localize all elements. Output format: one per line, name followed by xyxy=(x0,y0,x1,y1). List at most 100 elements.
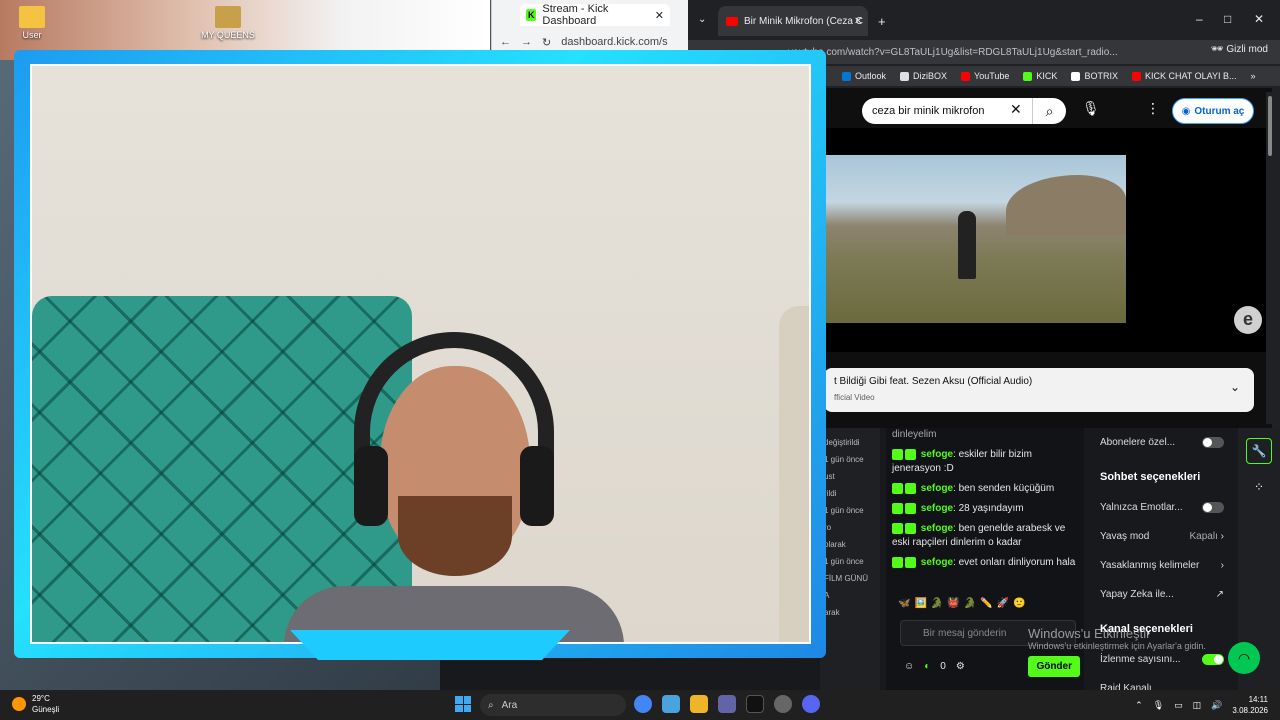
points-count: 0 xyxy=(940,661,946,672)
weather-widget[interactable]: 29°C Güneşli xyxy=(12,693,59,715)
kick-address-bar[interactable]: ← → ↻ dashboard.kick.com/s xyxy=(500,32,690,52)
sign-in-button[interactable]: ◉ Oturum aç xyxy=(1172,98,1254,124)
channel-watermark[interactable]: e xyxy=(1234,306,1262,334)
taskbar-search[interactable]: ⌕ Ara xyxy=(480,694,626,716)
setting-subscribers-only[interactable]: Abonelere özel... xyxy=(1100,428,1224,457)
desktop-icon-user[interactable]: User xyxy=(2,6,62,40)
subscribers-only-toggle[interactable] xyxy=(1202,437,1224,448)
windows-logo-icon xyxy=(455,696,463,704)
taskbar-apps xyxy=(634,695,820,713)
tab-title: Bir Minik Mikrofon (Ceza C xyxy=(744,15,863,27)
maximize-icon[interactable]: □ xyxy=(1224,12,1231,26)
help-chat-button[interactable]: ◠ xyxy=(1228,642,1260,674)
chat-text: ben senden küçüğüm xyxy=(958,483,1055,494)
chat-username[interactable]: sefoge xyxy=(921,557,953,568)
external-link-icon: ↗ xyxy=(1215,589,1224,600)
chevron-right-icon: › xyxy=(1220,560,1224,571)
tab-kick-dashboard[interactable]: K Stream - Kick Dashboard ✕ xyxy=(520,3,670,27)
microphone-icon[interactable]: 🎙 xyxy=(1153,700,1164,711)
bookmark-youtube[interactable]: YouTube xyxy=(961,71,1009,81)
emote-bar[interactable]: 🦋🖼️🐊👹🐊✏️🚀🙂 xyxy=(898,598,1030,609)
more-bookmarks-icon[interactable]: » xyxy=(1250,71,1255,81)
chat-message[interactable]: sefoge: 28 yaşındayım xyxy=(892,502,1078,516)
chevron-up-icon[interactable]: ⌃ xyxy=(1135,700,1143,711)
forward-icon[interactable]: → xyxy=(521,36,532,48)
setting-label: Yasaklanmış kelimeler xyxy=(1100,560,1200,571)
search-button[interactable]: ⌕ xyxy=(1032,98,1066,124)
video-player[interactable]: e xyxy=(824,128,1272,352)
bookmark-botrix[interactable]: BOTRIX xyxy=(1071,71,1118,81)
taskbar: 29°C Güneşli ⌕ Ara ⌃ 🎙 ▭ ◫ 🔊 14:11 3.08.… xyxy=(0,690,1280,720)
chevron-down-icon[interactable]: ⌄ xyxy=(1230,380,1240,394)
chat-username[interactable]: sefoge xyxy=(921,523,953,534)
start-button[interactable] xyxy=(455,696,471,712)
volume-icon[interactable]: 🔊 xyxy=(1211,700,1222,711)
activity-text: FİLM GÜNÜ xyxy=(824,574,868,583)
video-info-panel[interactable]: t Bildiği Gibi feat. Sezen Aksu (Officia… xyxy=(824,368,1254,412)
man-figure xyxy=(958,211,976,279)
viewer-count-toggle[interactable] xyxy=(1202,654,1224,665)
discord-icon[interactable] xyxy=(802,695,820,713)
activity-text: arak xyxy=(824,608,840,617)
verified-icon xyxy=(905,556,916,568)
search-value: ceza bir minik mikrofon xyxy=(872,105,985,117)
minimize-icon[interactable]: – xyxy=(1196,12,1203,26)
emote-picker-icon[interactable]: ☺ xyxy=(904,661,914,672)
bookmark-dizibox[interactable]: DiziBOX xyxy=(900,71,947,81)
file-explorer-icon[interactable] xyxy=(662,695,680,713)
clear-search-icon[interactable]: ✕ xyxy=(1010,101,1022,118)
emotes-only-toggle[interactable] xyxy=(1202,502,1224,513)
scrollbar-thumb[interactable] xyxy=(1268,96,1272,156)
chat-message[interactable]: sefoge: evet onları dinliyorum hala xyxy=(892,556,1078,570)
tab-list-icon[interactable]: ⌄ xyxy=(698,14,706,25)
reload-icon[interactable]: ↻ xyxy=(542,36,551,49)
close-tab-icon[interactable]: ✕ xyxy=(854,16,862,27)
chat-username[interactable]: sefoge xyxy=(921,483,953,494)
chevron-right-icon: › xyxy=(1220,531,1224,542)
setting-banned-words[interactable]: Yasaklanmış kelimeler › xyxy=(1100,551,1224,580)
page-scrollbar[interactable] xyxy=(1266,92,1274,424)
microphone-icon[interactable]: 🎙 xyxy=(1082,100,1100,117)
epic-games-icon[interactable] xyxy=(746,695,764,713)
clock-date: 3.08.2026 xyxy=(1232,706,1268,715)
display-icon[interactable]: ▭ xyxy=(1174,700,1183,711)
desktop-icon-my-queens[interactable]: MY QUEENS xyxy=(198,6,258,40)
bookmark-kick-chat[interactable]: KICK CHAT OLAYI B... xyxy=(1131,71,1236,81)
setting-slow-mode[interactable]: Yavaş mod Kapalı › xyxy=(1100,522,1224,551)
url-text: dashboard.kick.com/s xyxy=(561,36,668,48)
tab-youtube-video[interactable]: Bir Minik Mikrofon (Ceza C xyxy=(718,6,868,36)
chat-message[interactable]: sefoge: ben senden küçüğüm xyxy=(892,482,1078,496)
chat-username[interactable]: sefoge xyxy=(921,449,953,460)
chat-username[interactable]: sefoge xyxy=(921,503,953,514)
chat-message[interactable]: sefoge: ben genelde arabesk ve eski rapç… xyxy=(892,522,1078,550)
setting-ai[interactable]: Yapay Zeka ile... ↗ xyxy=(1100,580,1224,609)
activity-text: değiştirildi xyxy=(824,438,860,447)
network-icon[interactable]: ◫ xyxy=(1193,700,1202,711)
rock-formation xyxy=(1006,175,1126,235)
wrench-icon[interactable]: 🔧 xyxy=(1246,438,1272,464)
bookmark-label: YouTube xyxy=(974,71,1010,81)
setting-emotes-only[interactable]: Yalnızca Emotlar... xyxy=(1100,493,1224,522)
search-input[interactable]: ceza bir minik mikrofon xyxy=(862,98,1032,124)
chat-message[interactable]: sefoge: eskiler bilir bizim jenerasyon :… xyxy=(892,448,1078,476)
gear-icon[interactable]: ⚙ xyxy=(956,661,965,672)
bookmark-outlook[interactable]: Outlook xyxy=(842,71,886,81)
teams-icon[interactable] xyxy=(718,695,736,713)
obs-icon[interactable] xyxy=(774,695,792,713)
new-tab-icon[interactable]: + xyxy=(878,14,886,29)
more-options-icon[interactable]: ⋮ xyxy=(1146,100,1160,117)
kick-icon xyxy=(1023,71,1033,81)
folder-icon[interactable] xyxy=(690,695,708,713)
bookmark-kick[interactable]: KICK xyxy=(1023,71,1057,81)
clock[interactable]: 14:11 3.08.2026 xyxy=(1232,694,1268,716)
send-button[interactable]: Gönder xyxy=(1028,656,1080,677)
close-window-icon[interactable]: ✕ xyxy=(1254,12,1264,26)
setting-label: Abonelere özel... xyxy=(1100,437,1176,448)
tab-title: Stream - Kick Dashboard xyxy=(542,3,609,27)
apps-icon[interactable]: ⁘ xyxy=(1246,474,1272,500)
incognito-indicator[interactable]: 🕶 Gizli mod xyxy=(1211,44,1268,55)
close-icon[interactable]: ✕ xyxy=(655,9,664,22)
chrome-icon[interactable] xyxy=(634,695,652,713)
back-icon[interactable]: ← xyxy=(500,36,511,48)
badge-icon xyxy=(892,522,903,534)
